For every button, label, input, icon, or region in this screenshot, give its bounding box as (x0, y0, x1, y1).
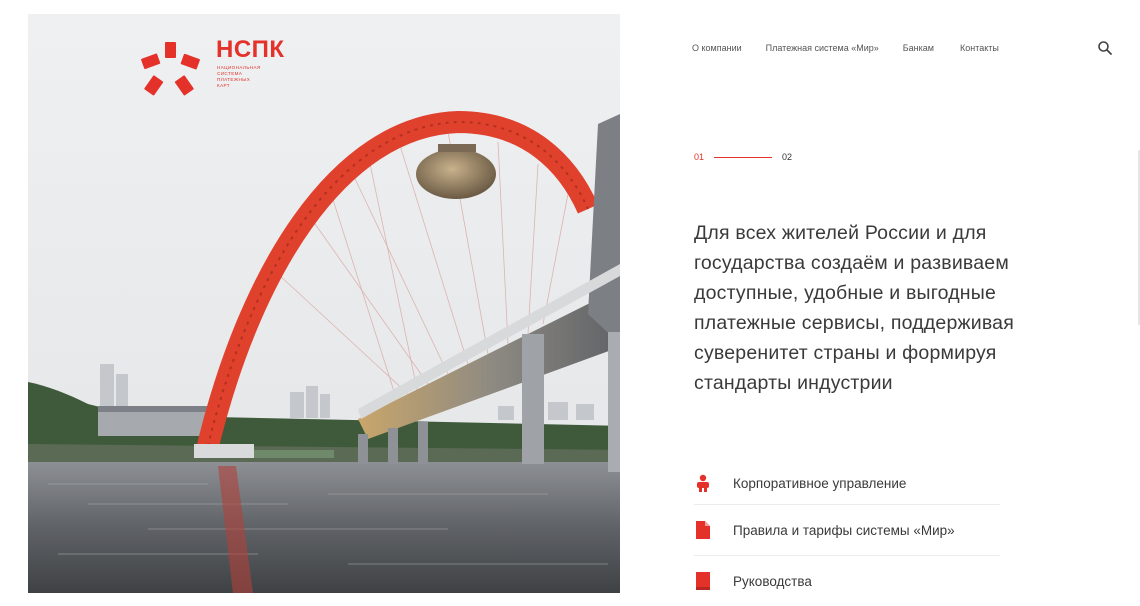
bridge-photo (28, 14, 620, 593)
search-icon (1098, 41, 1112, 55)
quick-links: Корпоративное управление Правила и тариф… (694, 468, 1000, 606)
nav-item-contacts[interactable]: Контакты (960, 43, 999, 57)
brand-name: НСПК (216, 36, 285, 63)
link-rules-tariffs[interactable]: Правила и тарифы системы «Мир» (694, 505, 1000, 556)
main-nav: О компании Платежная система «Мир» Банка… (692, 43, 999, 57)
people-icon (694, 474, 712, 492)
brand-subtitle: Национальная система платежных карт (217, 65, 261, 88)
link-label: Руководства (733, 573, 812, 589)
slide-indicator-next[interactable]: 02 (782, 152, 792, 162)
hero-headline: Для всех жителей России и для государств… (694, 222, 1014, 394)
search-button[interactable] (1097, 40, 1113, 56)
brand-logo[interactable]: НСПК Национальная система платежных карт (140, 36, 310, 100)
link-label: Правила и тарифы системы «Мир» (733, 522, 955, 538)
link-corporate-governance[interactable]: Корпоративное управление (694, 468, 1000, 505)
nav-item-mir[interactable]: Платежная система «Мир» (766, 43, 879, 57)
document-icon (694, 521, 712, 539)
nav-item-about[interactable]: О компании (692, 43, 742, 57)
link-manuals[interactable]: Руководства (694, 556, 1000, 606)
slide-progress-line (714, 156, 773, 158)
nav-item-banks[interactable]: Банкам (903, 43, 934, 57)
hero-image: НСПК Национальная система платежных карт (28, 14, 620, 593)
nspk-logo-icon (141, 42, 200, 96)
link-label: Корпоративное управление (733, 475, 907, 491)
slider-pager: 01 02 (694, 152, 792, 162)
book-icon (694, 572, 712, 590)
slide-indicator-active[interactable]: 01 (694, 152, 704, 162)
